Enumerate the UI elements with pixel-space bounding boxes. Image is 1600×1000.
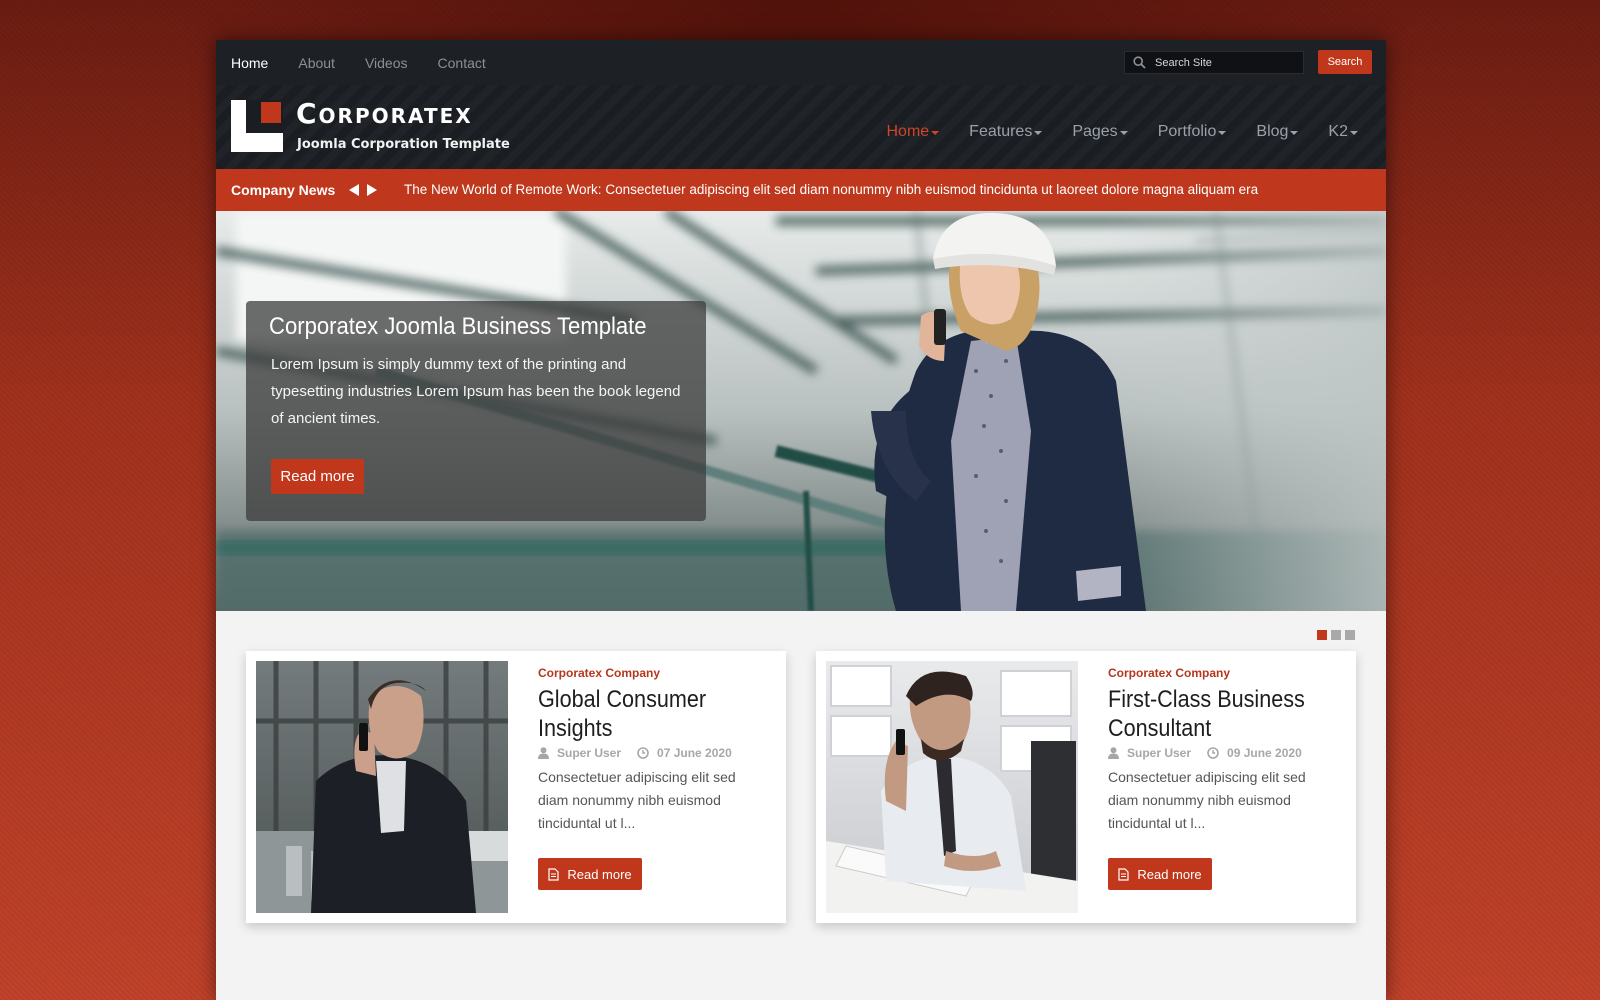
news-ticker: Company News The New World of Remote Wor… (216, 169, 1386, 211)
main-nav-portfolio-label: Portfolio (1157, 123, 1217, 140)
article-date: 09 June 2020 (1227, 746, 1302, 760)
article-author[interactable]: Super User (557, 746, 621, 760)
slider-pagination (1317, 630, 1359, 640)
hero-caption: Corporatex Joomla Business Template Lore… (246, 301, 706, 521)
article-read-more-label: Read more (567, 866, 632, 882)
article-excerpt: Consectetuer adipiscing elit sed diam no… (1108, 769, 1306, 831)
document-icon (548, 867, 559, 881)
main-nav-k2-label: K2 (1328, 123, 1348, 140)
article-meta: Super User 07 June 2020 (538, 746, 732, 760)
main-nav-pages[interactable]: Pages (1072, 123, 1128, 141)
main-nav-home-label: Home (886, 123, 930, 140)
article-excerpt: Consectetuer adipiscing elit sed diam no… (538, 769, 736, 831)
top-nav-home[interactable]: Home (231, 55, 268, 71)
article-read-more-button[interactable]: Read more (1108, 858, 1212, 890)
slider-dot-2[interactable] (1331, 630, 1341, 640)
main-nav-blog-label: Blog (1256, 123, 1289, 140)
top-bar: Home About Videos Contact Search (216, 40, 1386, 86)
main-nav-features[interactable]: Features (969, 123, 1043, 141)
article-card: Corporatex Company Global Consumer Insig… (246, 651, 786, 923)
article-meta: Super User 09 June 2020 (1108, 746, 1302, 760)
main-nav: Home Features Pages Portfolio Blog K2 (856, 85, 1358, 179)
site-header: Corporatex Joomla Corporation Template H… (216, 85, 1386, 169)
article-category[interactable]: Corporatex Company (1108, 666, 1230, 680)
brand-tagline: Joomla Corporation Template (297, 137, 510, 152)
brand-title[interactable]: Corporatex (296, 98, 473, 130)
arrow-right-icon[interactable] (365, 183, 379, 197)
article-author[interactable]: Super User (1127, 746, 1191, 760)
slider-dot-1[interactable] (1317, 630, 1327, 640)
clock-icon (637, 747, 649, 759)
search-button[interactable]: Search (1318, 50, 1372, 74)
main-nav-portfolio[interactable]: Portfolio (1158, 123, 1227, 141)
article-read-more-label: Read more (1137, 866, 1202, 882)
main-nav-k2[interactable]: K2 (1328, 123, 1358, 141)
search-input[interactable] (1155, 53, 1295, 72)
site-container: Home About Videos Contact Search Corpora… (216, 40, 1386, 1000)
logo-mark-icon[interactable] (231, 100, 283, 152)
hero-text: Lorem Ipsum is simply dummy text of the … (271, 356, 681, 427)
top-nav-videos[interactable]: Videos (365, 55, 408, 71)
article-title[interactable]: Global Consumer Insights (538, 685, 763, 743)
main-nav-home[interactable]: Home (886, 123, 940, 141)
top-nav-about[interactable]: About (298, 55, 335, 71)
article-image[interactable] (826, 661, 1078, 913)
search-icon (1133, 56, 1146, 69)
caret-down-icon (1034, 131, 1043, 135)
article-title[interactable]: First-Class Business Consultant (1108, 685, 1333, 743)
slider-dot-3[interactable] (1345, 630, 1355, 640)
hero-slider: Corporatex Joomla Business Template Lore… (216, 211, 1386, 611)
ticker-label: Company News (231, 182, 336, 198)
top-nav: Home About Videos Contact (231, 40, 516, 85)
main-nav-blog[interactable]: Blog (1256, 123, 1299, 141)
caret-down-icon (1218, 131, 1227, 135)
hero-read-more-button[interactable]: Read more (271, 459, 364, 494)
caret-down-icon (1350, 131, 1358, 135)
user-icon (1108, 747, 1119, 759)
search-box (1124, 51, 1304, 74)
article-date: 07 June 2020 (657, 746, 732, 760)
caret-down-icon (931, 131, 940, 135)
main-nav-pages-label: Pages (1072, 123, 1118, 140)
main-nav-features-label: Features (969, 123, 1033, 140)
article-read-more-button[interactable]: Read more (538, 858, 642, 890)
document-icon (1118, 867, 1129, 881)
top-nav-contact[interactable]: Contact (438, 55, 486, 71)
hero-title: Corporatex Joomla Business Template (269, 313, 647, 340)
user-icon (538, 747, 549, 759)
caret-down-icon (1119, 131, 1128, 135)
article-category[interactable]: Corporatex Company (538, 666, 660, 680)
article-card: Corporatex Company First-Class Business … (816, 651, 1356, 923)
arrow-left-icon[interactable] (347, 183, 361, 197)
article-image[interactable] (256, 661, 508, 913)
ticker-headline[interactable]: The New World of Remote Work: Consectetu… (404, 169, 1258, 211)
clock-icon (1207, 747, 1219, 759)
caret-down-icon (1290, 131, 1299, 135)
